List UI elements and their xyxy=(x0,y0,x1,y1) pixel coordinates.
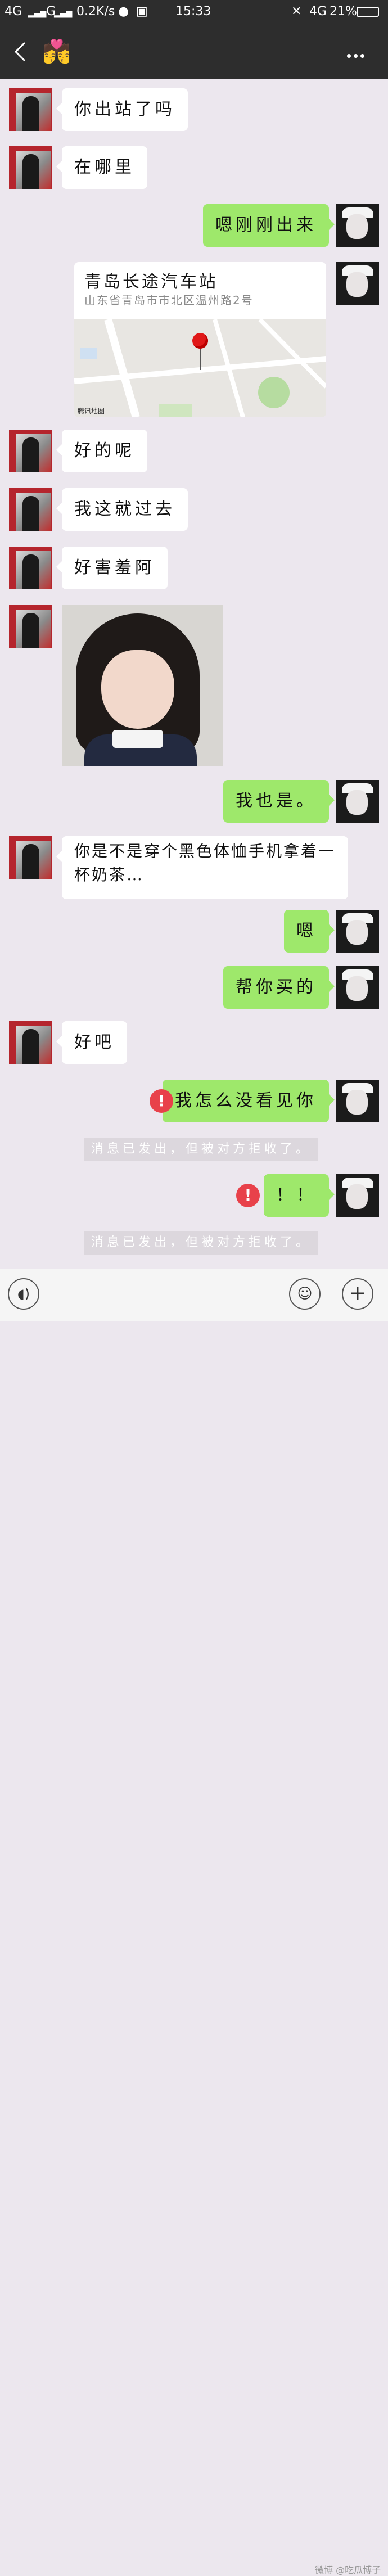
contact-avatar[interactable] xyxy=(9,488,52,531)
my-avatar[interactable] xyxy=(336,1080,379,1122)
my-avatar[interactable] xyxy=(336,262,379,305)
my-avatar[interactable] xyxy=(336,1174,379,1217)
my-avatar[interactable] xyxy=(336,910,379,953)
network-speed: 0.2K/s xyxy=(76,4,115,19)
pin-stick xyxy=(200,348,201,370)
my-avatar[interactable] xyxy=(336,204,379,247)
notify-icon: ▣ xyxy=(136,4,148,19)
location-pin-icon xyxy=(192,333,208,349)
system-notice: 消息已发出，但被对方拒收了。 xyxy=(84,1138,319,1161)
message-bubble[interactable]: 帮你买的 xyxy=(223,966,335,1009)
contact-avatar[interactable] xyxy=(9,1021,52,1064)
message-bubble[interactable]: 好害羞阿 xyxy=(56,547,168,589)
map-credit: 腾讯地图 xyxy=(78,407,105,415)
battery-percent: 21% xyxy=(330,4,357,19)
plus-icon[interactable]: + xyxy=(342,1278,373,1310)
message-line: 杯奶茶… xyxy=(74,865,145,884)
input-bar: ◖) ☺ + 微博 @吃瓜博子 xyxy=(0,1269,388,2575)
contact-avatar[interactable] xyxy=(9,88,52,131)
message-bubble[interactable]: 我也是。 xyxy=(223,780,335,823)
contact-avatar[interactable] xyxy=(9,836,52,879)
message-bubble[interactable]: 你是不是穿个黑色体恤手机拿着一 杯奶茶… xyxy=(56,836,349,899)
signal-left: 4G xyxy=(4,4,22,19)
location-map: 腾讯地图 xyxy=(74,319,326,417)
battery-icon xyxy=(357,7,379,17)
location-title: 青岛长途汽车站 xyxy=(84,272,218,292)
chevron-left-icon[interactable] xyxy=(12,40,28,63)
message-bubble[interactable]: 好的呢 xyxy=(56,430,147,472)
message-bubble[interactable]: ！！ xyxy=(264,1174,335,1217)
message-line: 你是不是穿个黑色体恤手机拿着一 xyxy=(74,842,336,860)
contact-avatar[interactable] xyxy=(9,547,52,589)
watermark: 微博 @吃瓜博子 xyxy=(315,2565,381,2575)
signal-bars-icon-2: ▂▄▆ xyxy=(54,9,73,18)
my-avatar[interactable] xyxy=(336,966,379,1009)
network-right: 4G xyxy=(309,4,327,19)
message-bubble[interactable]: 我怎么没看见你 xyxy=(163,1080,335,1122)
message-bubble[interactable]: 我这就过去 xyxy=(56,488,188,531)
failed-warning-icon[interactable]: ! xyxy=(236,1184,260,1207)
message-bubble[interactable]: 在哪里 xyxy=(56,146,147,189)
message-bubble[interactable]: 你出站了吗 xyxy=(56,88,188,131)
failed-warning-icon[interactable]: ! xyxy=(150,1089,173,1113)
chat-title: 💏 xyxy=(43,39,71,65)
message-bubble[interactable]: 嗯刚刚出来 xyxy=(203,204,335,247)
signal-bars-icon: ▂▄▆ xyxy=(28,9,47,18)
mute-icon: ✕ xyxy=(291,4,302,19)
message-bubble[interactable]: 好吧 xyxy=(56,1021,127,1064)
system-notice: 消息已发出，但被对方拒收了。 xyxy=(84,1231,319,1255)
voice-icon[interactable]: ◖) xyxy=(8,1278,39,1310)
qq-icon: ● xyxy=(118,4,129,19)
more-dots-icon[interactable] xyxy=(347,49,369,58)
message-bubble[interactable]: 嗯 xyxy=(284,910,335,953)
location-card[interactable]: 青岛长途汽车站 山东省青岛市市北区温州路2号 腾讯地图 xyxy=(74,262,326,417)
chat-header: 💏 xyxy=(0,26,388,79)
clock: 15:33 xyxy=(175,4,211,19)
sticker-image[interactable] xyxy=(62,605,223,766)
contact-avatar[interactable] xyxy=(9,146,52,189)
my-avatar[interactable] xyxy=(336,780,379,823)
location-address: 山东省青岛市市北区温州路2号 xyxy=(84,294,254,307)
contact-avatar[interactable] xyxy=(9,605,52,648)
contact-avatar[interactable] xyxy=(9,430,52,472)
emoji-icon[interactable]: ☺ xyxy=(289,1278,321,1310)
status-bar: 4G ▂▄▆ G ▂▄▆ 0.2K/s ● ▣ 15:33 ✕ 4G 21% xyxy=(0,0,388,26)
